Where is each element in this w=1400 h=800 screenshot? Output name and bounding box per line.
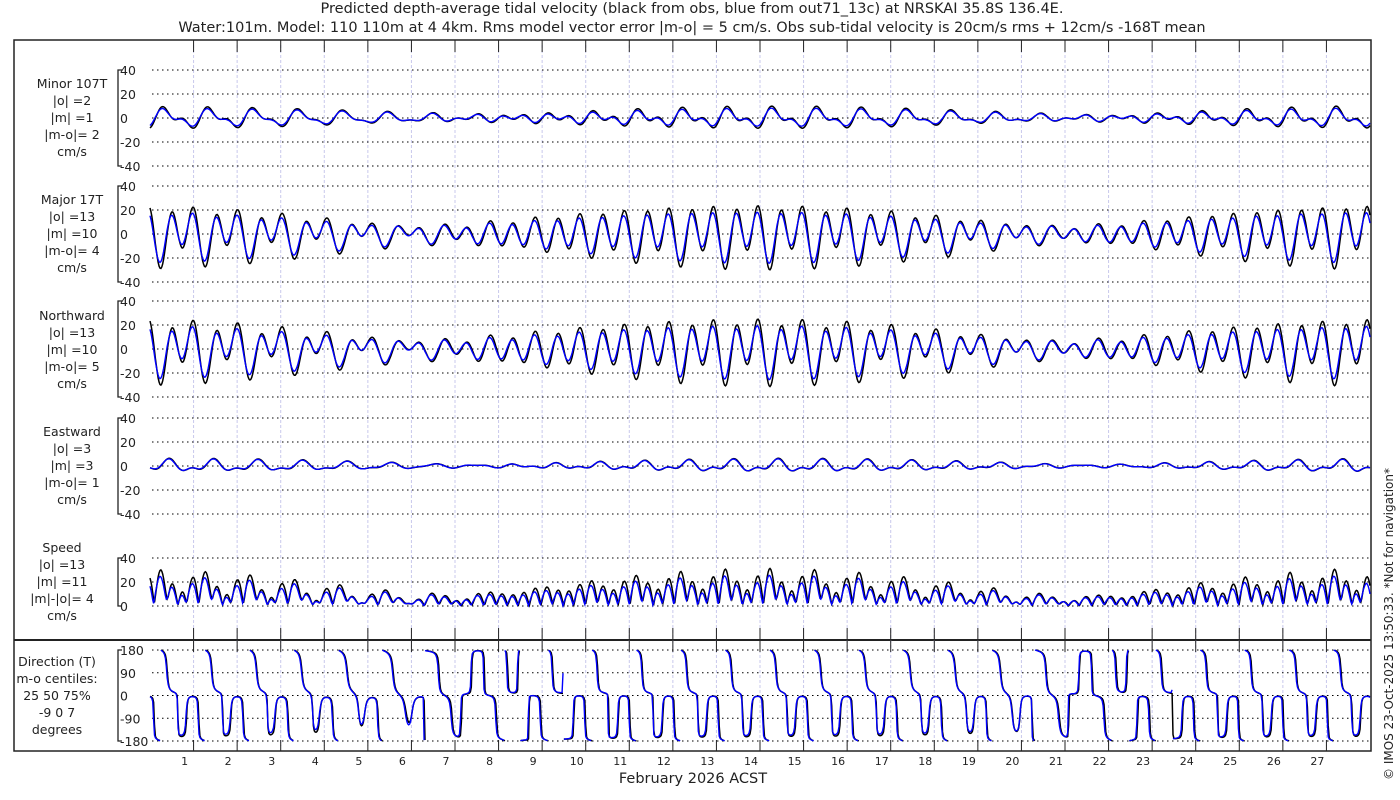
y-tick-label: 40 <box>120 63 136 78</box>
panel-stat: 25 50 75% <box>23 688 91 703</box>
x-tick-label: 25 <box>1223 755 1237 768</box>
panel-stat: |o| =2 <box>53 93 91 108</box>
y-tick-label: 0 <box>120 111 128 126</box>
x-tick-label: 24 <box>1180 755 1194 768</box>
chart-title-line1: Predicted depth-average tidal velocity (… <box>321 1 1064 17</box>
x-tick-label: 8 <box>486 755 493 768</box>
panel-stat: |o| =13 <box>49 325 95 340</box>
x-tick-label: 19 <box>962 755 976 768</box>
panel-stat: |o| =13 <box>49 209 95 224</box>
y-tick-label: -180 <box>120 734 148 749</box>
panel-stat: -9 0 7 <box>39 705 75 720</box>
y-tick-label: -20 <box>120 483 140 498</box>
panel-stat: |m-o|= 5 <box>44 359 99 374</box>
chart-title-line2: Water:101m. Model: 110 110m at 4 4km. Rm… <box>178 20 1205 36</box>
y-tick-label: 20 <box>120 87 136 102</box>
y-tick-label: -40 <box>120 159 140 174</box>
panel-title: Major 17T <box>41 192 104 207</box>
y-tick-label: -40 <box>120 507 140 522</box>
y-tick-label: 0 <box>120 459 128 474</box>
panel-stat: |o| =3 <box>53 441 91 456</box>
panel-stat: |m| =11 <box>37 574 88 589</box>
panel-title: Speed <box>42 540 81 555</box>
y-tick-label: 40 <box>120 551 136 566</box>
x-tick-label: 20 <box>1005 755 1019 768</box>
y-tick-label: 180 <box>120 643 144 658</box>
y-tick-label: 20 <box>120 435 136 450</box>
y-tick-label: -20 <box>120 251 140 266</box>
x-tick-label: 5 <box>355 755 362 768</box>
panel-stat: |m| =10 <box>47 342 98 357</box>
x-axis-ticks: 1 2 3 4 5 6 7 8 9 10 11 12 13 14 15 16 17 18 19 20 21 22 23 24 2… <box>181 40 1327 768</box>
panel-title: Eastward <box>43 424 101 439</box>
panel-title: Direction (T) <box>18 654 96 669</box>
x-tick-label: 15 <box>788 755 802 768</box>
x-tick-label: 4 <box>312 755 319 768</box>
x-tick-label: 21 <box>1049 755 1063 768</box>
y-tick-label: -20 <box>120 366 140 381</box>
panel-title: Northward <box>39 308 105 323</box>
x-tick-label: 12 <box>657 755 671 768</box>
y-tick-label: 20 <box>120 575 136 590</box>
panel-stat: m-o centiles: <box>16 671 97 686</box>
panel-east: Eastward |o| =3 |m| =3 |m-o|= 1 cm/s 40 20 0 -20… <box>43 411 1371 522</box>
y-tick-label: -40 <box>120 390 140 405</box>
y-tick-label: -90 <box>120 711 140 726</box>
x-tick-label: 22 <box>1093 755 1107 768</box>
panel-speed: Speed |o| =13 |m| =11 |m|-|o|= 4 cm/s 40 20 0 <box>30 540 1371 623</box>
copyright-notice: © IMOS 23-Oct-2025 13:50:33. *Not for na… <box>1382 468 1396 780</box>
panel-stat: |m| =3 <box>51 458 94 473</box>
panel-stat: |m|-|o|= 4 <box>30 591 94 606</box>
y-tick-label: 0 <box>120 689 128 704</box>
panels: Minor 107T |o| =2 |m| =1 |m-o|= 2 cm/s 40 20 0 -… <box>16 63 1371 749</box>
y-tick-label: -40 <box>120 275 140 290</box>
panel-stat: cm/s <box>57 144 87 159</box>
panel-title: Minor 107T <box>37 76 108 91</box>
x-tick-label: 17 <box>875 755 889 768</box>
x-tick-label: 27 <box>1310 755 1324 768</box>
y-tick-label: 0 <box>120 227 128 242</box>
y-tick-label: -20 <box>120 135 140 150</box>
x-tick-label: 3 <box>268 755 275 768</box>
panel-north: Northward |o| =13 |m| =10 |m-o|= 5 cm/s 40 20 0… <box>39 294 1371 405</box>
y-tick-label: 20 <box>120 318 136 333</box>
y-tick-label: 20 <box>120 203 136 218</box>
y-tick-label: 0 <box>120 599 128 614</box>
x-tick-label: 26 <box>1267 755 1281 768</box>
y-tick-label: 40 <box>120 179 136 194</box>
panel-stat: cm/s <box>57 492 87 507</box>
x-tick-label: 9 <box>530 755 537 768</box>
x-tick-label: 18 <box>918 755 932 768</box>
panel-stat: cm/s <box>57 376 87 391</box>
x-tick-label: 10 <box>570 755 584 768</box>
panel-stat: cm/s <box>57 260 87 275</box>
x-tick-label: 1 <box>181 755 188 768</box>
panel-stat: |m| =10 <box>47 226 98 241</box>
y-tick-label: 40 <box>120 411 136 426</box>
x-tick-label: 6 <box>399 755 406 768</box>
x-tick-label: 16 <box>831 755 845 768</box>
x-tick-label: 11 <box>613 755 627 768</box>
panel-direction: Direction (T) m-o centiles: 25 50 75% -9 0 … <box>16 643 1371 749</box>
panel-stat: |m-o|= 2 <box>44 127 99 142</box>
panel-stat: |m-o|= 1 <box>44 475 99 490</box>
x-tick-label: 7 <box>443 755 450 768</box>
panel-major: Major 17T |o| =13 |m| =10 |m-o|= 4 cm/s 40 20 0… <box>41 179 1371 290</box>
x-tick-label: 2 <box>225 755 232 768</box>
x-tick-label: 13 <box>700 755 714 768</box>
tidal-velocity-figure: Predicted depth-average tidal velocity (… <box>13 1 1396 787</box>
panel-stat: |o| =13 <box>39 557 85 572</box>
x-tick-label: 23 <box>1136 755 1150 768</box>
x-tick-label: 14 <box>744 755 758 768</box>
y-tick-label: 90 <box>120 666 136 681</box>
y-tick-label: 40 <box>120 294 136 309</box>
y-tick-label: 0 <box>120 342 128 357</box>
panel-stat: |m-o|= 4 <box>44 243 99 258</box>
x-axis-label: February 2026 ACST <box>619 771 767 787</box>
panel-stat: degrees <box>32 722 82 737</box>
panel-stat: |m| =1 <box>51 110 94 125</box>
outer-frame <box>13 39 1372 752</box>
panel-stat: cm/s <box>47 608 77 623</box>
